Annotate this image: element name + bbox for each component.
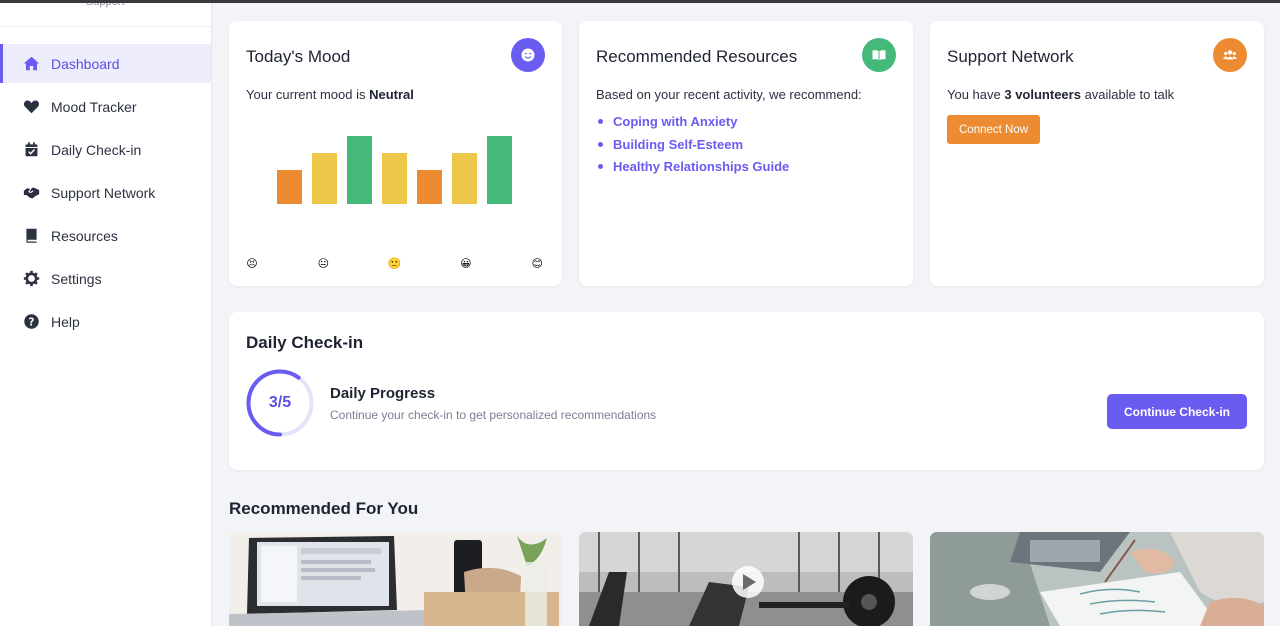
recommended-card-laptop-desk-photo[interactable] [229,532,562,626]
sidebar-item-help[interactable]: ? Help [0,302,211,341]
sidebar-item-label: Help [51,313,80,330]
mood-emoji-label: 😊 [531,257,542,270]
mood-status-prefix: Your current mood is [246,87,370,102]
sidebar-item-daily-checkin[interactable]: Daily Check-in [0,130,211,169]
heart-icon [21,97,41,117]
users-icon [1213,38,1247,72]
sidebar-item-label: Mood Tracker [51,98,137,115]
mood-bar [417,170,442,204]
resource-link-self-esteem[interactable]: Building Self-Esteem [597,136,789,159]
sidebar-item-settings[interactable]: Settings [0,259,211,298]
daily-progress-title: Daily Progress [330,385,436,402]
mood-bar [487,136,512,204]
open-book-icon [862,38,896,72]
mood-bar [382,153,407,204]
resources-intro-text: Based on your recent activity, we recomm… [596,87,862,102]
home-icon [21,54,41,74]
mood-bar [452,153,477,204]
gear-icon [21,269,41,289]
mood-bar [312,153,337,204]
sidebar-item-label: Support Network [51,184,156,201]
mood-bar [347,136,372,204]
resource-link-coping-anxiety[interactable]: Coping with Anxiety [597,113,789,136]
mood-emoji-label: 😐 [318,257,329,270]
sidebar-item-support-network[interactable]: Support Network [0,173,211,212]
sidebar-item-resources[interactable]: Resources [0,216,211,255]
mood-card-title: Today's Mood [246,47,351,66]
sidebar-item-dashboard[interactable]: Dashboard [0,44,211,83]
book-icon [21,226,41,246]
mood-emoji-label: 🙂 [388,257,402,270]
mood-emoji-label: 😀 [460,257,471,270]
sidebar-item-label: Settings [51,270,102,287]
sidebar-item-mood-tracker[interactable]: Mood Tracker [0,87,211,126]
sidebar-item-label: Daily Check-in [51,141,142,158]
daily-checkin-card: Daily Check-in 3/5 Daily Progress Contin… [229,312,1264,470]
progress-label: 3/5 [268,394,292,411]
sidebar: Support Dashboard Mood Tracker Daily Che… [0,0,212,626]
question-circle-icon: ? [21,312,41,332]
support-card: Support Network You have 3 volunteers av… [930,21,1264,286]
resource-link-relationships[interactable]: Healthy Relationships Guide [597,158,789,181]
sidebar-nav: Dashboard Mood Tracker Daily Check-in Su… [0,44,211,345]
continue-checkin-button[interactable]: Continue Check-in [1107,394,1247,429]
window-top-border [0,0,1280,3]
mood-value: Neutral [369,87,414,102]
daily-progress-subtitle: Continue your check-in to get personaliz… [330,408,657,422]
mood-emoji-label: 😣 [246,257,257,270]
recommended-card-gym-video-thumbnail[interactable] [579,532,913,626]
support-text-suffix: available to talk [1080,87,1175,102]
recommended-section-title: Recommended For You [229,499,419,518]
resources-list: Coping with Anxiety Building Self-Esteem… [597,113,789,181]
mood-bar [277,170,302,204]
mood-card: 😣 😐 🙂 😀 😊 Today's Mood Your current mood is … [229,21,562,286]
volunteer-count: 3 volunteers [1004,87,1081,102]
support-text-prefix: You have [947,87,1005,102]
connect-now-button[interactable]: Connect Now [947,115,1041,144]
calendar-check-icon [21,140,41,160]
support-status-text: You have 3 volunteers available to talk [947,87,1174,102]
mood-status-text: Your current mood is Neutral [246,87,414,102]
sidebar-item-label: Resources [51,227,118,244]
handshake-icon [21,183,41,203]
resources-card-title: Recommended Resources [596,47,798,66]
recommended-card-people-writing-photo[interactable] [930,532,1264,626]
smile-icon [511,38,545,72]
svg-text:?: ? [28,317,34,328]
checkin-title: Daily Check-in [246,333,364,352]
brand-divider [0,26,211,27]
support-card-title: Support Network [947,47,1074,66]
resources-card: Recommended Resources Based on your rece… [579,21,913,286]
sidebar-item-label: Dashboard [51,55,120,72]
